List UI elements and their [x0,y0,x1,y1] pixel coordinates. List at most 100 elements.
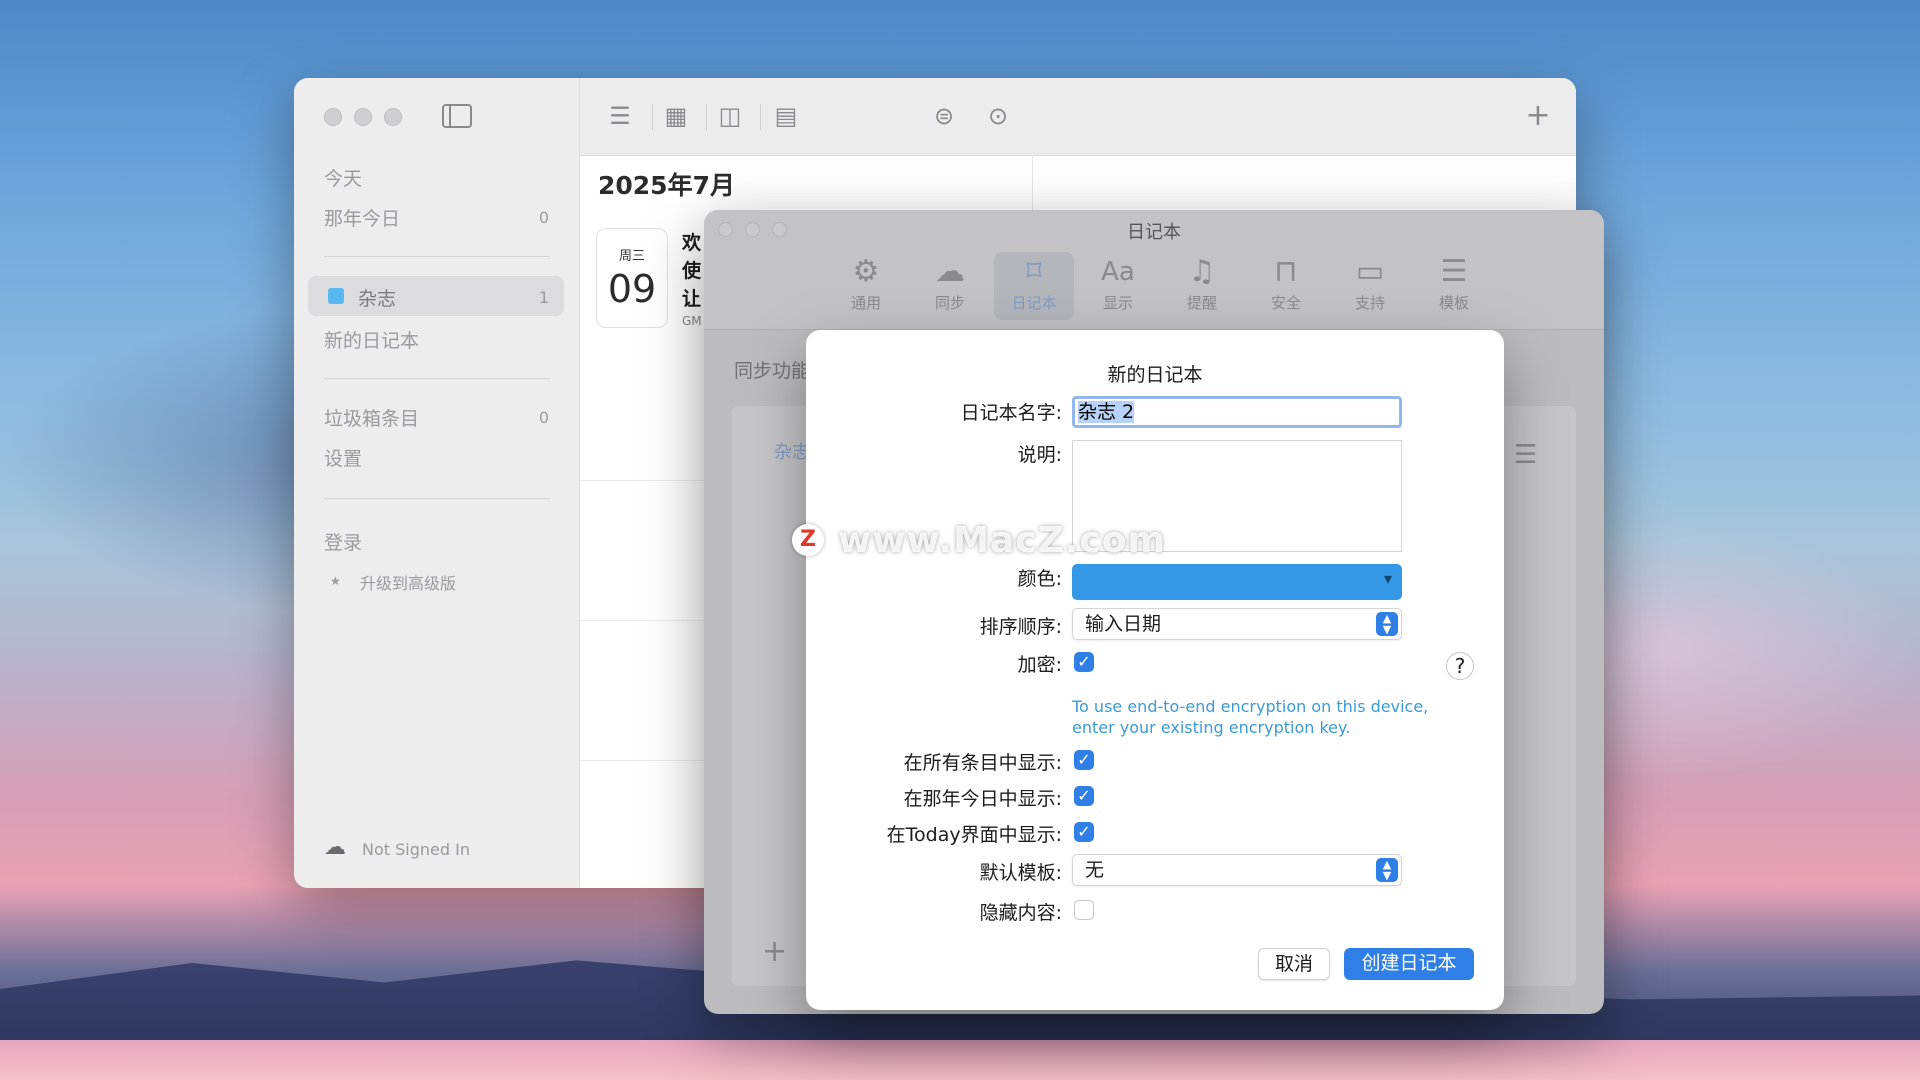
add-journal-icon[interactable]: + [762,934,787,969]
tab-general[interactable]: ⚙ 通用 [826,252,906,320]
default-template-label: 默认模板: [979,862,1062,884]
show-in-all-entries-checkbox[interactable]: ✓ [1074,750,1094,770]
entry-snippet[interactable]: 使 [682,256,701,283]
main-toolbar: ☰ ▦ ◫ ▤ ⊜ ⊙ + [580,78,1576,156]
tab-support[interactable]: ▭ 支持 [1330,252,1410,320]
sea [0,1040,1920,1080]
chat-bubble-icon: ▭ [1355,254,1385,289]
create-journal-button[interactable]: 创建日记本 [1344,948,1474,980]
default-template-value: 无 [1085,859,1105,881]
sidebar-item-journal[interactable]: 杂志 [358,284,396,311]
tab-label: 显示 [1102,294,1133,312]
up-down-chevron-icon: ▲ ▼ [1376,612,1398,636]
map-view-icon[interactable]: ◫ [716,102,744,130]
tab-label: 提醒 [1186,294,1217,312]
tab-label: 模板 [1438,294,1469,312]
cancel-button[interactable]: 取消 [1258,948,1330,980]
entry-day: 09 [607,267,657,311]
encryption-hint: To use end-to-end encryption on this dev… [1072,697,1429,737]
divider [324,378,550,379]
cloud-icon: ☁ [935,254,965,289]
tab-label: 日记本 [1011,294,1057,312]
sidebar-item-trash[interactable]: 垃圾箱条目 [324,404,419,431]
minimize-button[interactable] [354,108,372,126]
sort-order-label: 排序顺序: [979,616,1062,638]
sidebar-item-on-this-day[interactable]: 那年今日 [324,204,400,231]
text-format-icon: Aa [1101,257,1135,287]
sidebar-item-new-journal[interactable]: 新的日记本 [324,326,419,353]
color-picker[interactable]: ▾ [1072,564,1402,600]
encrypt-label: 加密: [1017,654,1062,676]
color-label: 颜色: [1017,568,1062,590]
sort-order-select[interactable]: 输入日期 ▲ ▼ [1072,608,1402,640]
tab-security[interactable]: ⊓ 安全 [1246,252,1326,320]
sidebar-toggle-icon[interactable] [442,104,472,128]
search-icon[interactable]: ⊙ [984,102,1012,130]
tab-label: 安全 [1270,294,1301,312]
add-entry-icon[interactable]: + [1524,101,1552,131]
dialog-title: 新的日记本 [1107,364,1203,386]
encrypt-checkbox[interactable]: ✓ [1074,652,1094,672]
calendar-view-icon[interactable]: ▤ [772,102,800,130]
help-button[interactable]: ? [1446,652,1474,680]
journal-list-item[interactable]: 杂志 [774,438,810,464]
window-controls [324,108,402,126]
zoom-button[interactable] [384,108,402,126]
lock-icon: ⊓ [1274,254,1298,289]
entry-snippet[interactable]: 欢 [682,228,701,255]
grid-view-icon[interactable]: ▦ [662,102,690,130]
entry-date-card[interactable]: 周三 09 [596,228,668,328]
tab-reminders[interactable]: ♫ 提醒 [1162,252,1242,320]
gear-icon: ⚙ [852,254,880,289]
sidebar-item-journal-selected[interactable] [308,276,564,316]
bookmark-icon: ⌑ [1026,254,1042,289]
new-journal-dialog: 新的日记本 日记本名字: 杂志 2 说明: 颜色: ▾ 排序顺序: 输入日期 ▲… [806,330,1504,1010]
journal-color-swatch [328,288,344,304]
close-button[interactable] [324,108,342,126]
show-in-today-checkbox[interactable]: ✓ [1074,822,1094,842]
tab-display[interactable]: Aa 显示 [1078,252,1158,320]
bell-icon: ♫ [1188,254,1216,289]
hide-content-label: 隐藏内容: [979,902,1062,924]
tab-journals[interactable]: ⌑ 日记本 [994,252,1074,320]
divider [324,498,550,499]
tab-label: 通用 [850,294,881,312]
show-in-today-label: 在Today界面中显示: [886,824,1062,846]
watermark-logo: Z [792,524,824,556]
sidebar-item-settings[interactable]: 设置 [324,444,362,471]
on-this-day-count: 0 [538,208,549,227]
sidebar-item-today[interactable]: 今天 [324,164,362,191]
sidebar-item-login[interactable]: 登录 [324,528,362,555]
divider [706,104,707,130]
show-in-on-this-day-checkbox[interactable]: ✓ [1074,786,1094,806]
tab-sync[interactable]: ☁ 同步 [910,252,990,320]
tab-label: 同步 [934,294,965,312]
sidebar-item-upgrade[interactable]: 升级到高级版 [360,570,456,594]
description-label: 说明: [1017,444,1062,466]
hide-content-checkbox[interactable] [1074,900,1094,920]
sort-order-value: 输入日期 [1085,613,1162,635]
filter-icon[interactable]: ⊜ [930,102,958,130]
trash-count: 0 [538,408,549,427]
sync-status: Not Signed In [362,840,470,859]
list-icon[interactable]: ☰ [1514,440,1537,470]
up-down-chevron-icon: ▲ ▼ [1376,858,1398,882]
settings-titlebar: 日记本 ⚙ 通用 ☁ 同步 ⌑ 日记本 Aa 显示 ♫ 提醒 ⊓ 安全 ▭ 支持 [704,210,1604,330]
list-view-icon[interactable]: ☰ [606,102,634,130]
sync-feature-text: 同步功能 [734,360,811,382]
name-label: 日记本名字: [960,402,1062,424]
chevron-down-icon: ▾ [1383,569,1392,588]
journal-name-value: 杂志 2 [1078,401,1135,423]
show-in-on-this-day-label: 在那年今日中显示: [903,788,1062,810]
journal-name-input[interactable]: 杂志 2 [1072,396,1402,428]
divider [652,104,653,130]
divider [324,256,550,257]
tab-templates[interactable]: ☰ 模板 [1414,252,1494,320]
tab-label: 支持 [1354,294,1385,312]
entry-timezone: GM [682,314,702,328]
default-template-select[interactable]: 无 ▲ ▼ [1072,854,1402,886]
journal-count: 1 [538,288,549,307]
sidebar: 今天 那年今日 0 杂志 1 新的日记本 垃圾箱条目 0 设置 登录 ★ 升级到… [294,78,580,888]
entry-snippet[interactable]: 让 [682,284,701,311]
show-in-all-entries-label: 在所有条目中显示: [903,752,1062,774]
